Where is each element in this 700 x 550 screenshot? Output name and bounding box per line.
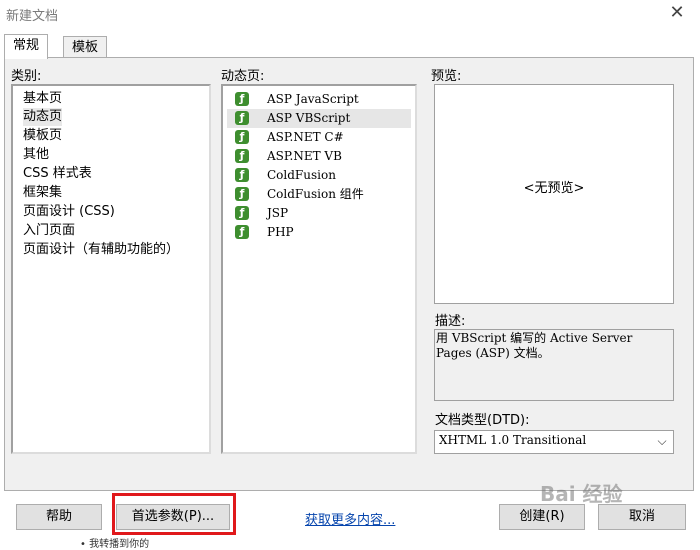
description-label: 描述: [435, 314, 466, 329]
description-box: 用 VBScript 编写的 Active Server Pages (ASP)… [434, 329, 674, 401]
dreamweaver-page-icon: ƒ [235, 92, 249, 106]
dreamweaver-page-icon: ƒ [235, 130, 249, 144]
category-list[interactable]: 基本页 动态页 模板页 其他 CSS 样式表 框架集 页面设计 (CSS) 入门… [11, 84, 211, 454]
category-item[interactable]: 页面设计（有辅助功能的） [23, 241, 179, 259]
close-icon[interactable]: ✕ [664, 1, 690, 25]
list-item-label: ColdFusion [267, 168, 336, 182]
list-item-label: JSP [267, 206, 289, 220]
list-item[interactable]: ƒ JSP [227, 204, 411, 223]
list-item[interactable]: ƒ ColdFusion [227, 166, 411, 185]
list-item[interactable]: ƒ ASP JavaScript [227, 90, 411, 109]
preview-label: 预览: [431, 69, 462, 84]
preview-text: <无预览> [523, 181, 585, 196]
list-item[interactable]: ƒ ColdFusion 组件 [227, 185, 411, 204]
chevron-down-icon[interactable]: ⌵ [653, 432, 671, 450]
tab-templates[interactable]: 模板 [63, 36, 108, 59]
category-item[interactable]: 模板页 [23, 127, 62, 145]
dreamweaver-page-icon: ƒ [235, 168, 249, 182]
dynamic-list[interactable]: ƒ ASP JavaScript ƒ ASP VBScript ƒ ASP.NE… [221, 84, 417, 454]
tab-general[interactable]: 常规 [4, 34, 49, 59]
dynamic-label: 动态页: [221, 69, 265, 84]
category-item[interactable]: 基本页 [23, 90, 62, 108]
category-item[interactable]: 页面设计 (CSS) [23, 203, 115, 221]
doctype-select[interactable]: XHTML 1.0 Transitional ⌵ [434, 430, 674, 454]
category-item[interactable]: 其他 [23, 146, 49, 164]
baidu-watermark: Bai 经验 [540, 482, 623, 506]
doctype-value: XHTML 1.0 Transitional [439, 433, 587, 447]
dreamweaver-page-icon: ƒ [235, 187, 249, 201]
cancel-button[interactable]: 取消 [598, 504, 686, 530]
category-item-selected[interactable]: 动态页 [23, 108, 63, 126]
category-item[interactable]: 入门页面 [23, 222, 75, 240]
title-bar: 新建文档 ✕ [0, 0, 700, 28]
dreamweaver-page-icon: ƒ [235, 149, 249, 163]
dreamweaver-page-icon: ƒ [235, 225, 249, 239]
get-more-content-link[interactable]: 获取更多内容... [305, 509, 395, 528]
list-item-label: ColdFusion 组件 [267, 187, 364, 201]
list-item[interactable]: ƒ PHP [227, 223, 411, 242]
category-item[interactable]: CSS 样式表 [23, 165, 92, 183]
list-item-label: ASP.NET VB [267, 149, 342, 163]
help-button[interactable]: 帮助 [16, 504, 102, 530]
dreamweaver-page-icon: ƒ [235, 206, 249, 220]
category-label: 类别: [11, 69, 42, 84]
preview-box: <无预览> [434, 84, 674, 304]
description-text: 用 VBScript 编写的 Active Server Pages (ASP)… [436, 331, 633, 360]
list-item-label: ASP.NET C# [267, 130, 344, 144]
list-item-label: ASP JavaScript [267, 92, 359, 106]
list-item[interactable]: ƒ ASP.NET C# [227, 128, 411, 147]
category-item[interactable]: 框架集 [23, 184, 62, 202]
window-title: 新建文档 [6, 9, 59, 24]
doctype-label: 文档类型(DTD): [435, 413, 530, 428]
list-item[interactable]: ƒ ASP.NET VB [227, 147, 411, 166]
dreamweaver-page-icon: ƒ [235, 111, 249, 125]
list-item-label: ASP VBScript [267, 111, 351, 125]
list-item-label: PHP [267, 225, 294, 239]
highlight-box [112, 493, 236, 535]
create-button[interactable]: 创建(R) [499, 504, 585, 530]
list-item-selected[interactable]: ƒ ASP VBScript [227, 109, 411, 128]
